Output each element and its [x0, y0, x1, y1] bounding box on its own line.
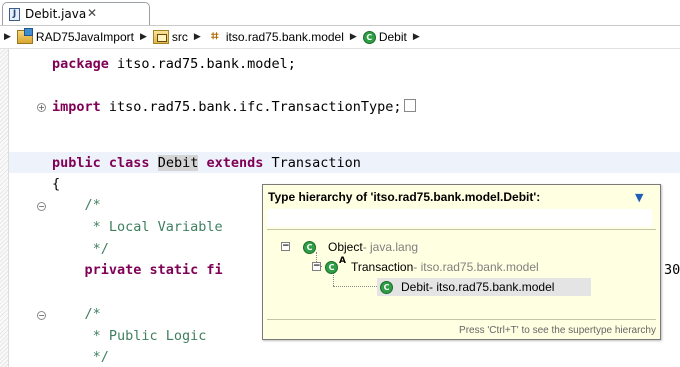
breadcrumb-arrow-icon[interactable]: ▶ — [140, 32, 147, 42]
popup-title: Type hierarchy of 'itso.rad75.bank.model… — [268, 190, 541, 204]
editor-tab-debit-java[interactable]: J Debit.java ✕ — [2, 2, 150, 25]
java-project-icon — [16, 28, 33, 44]
collapse-fold-icon[interactable]: − — [37, 202, 46, 211]
folded-imports-icon[interactable] — [403, 99, 416, 112]
breadcrumb-arrow-icon[interactable]: ▶ — [194, 32, 201, 42]
breadcrumb-item-label: RAD75JavaImport — [35, 30, 134, 44]
code-line-comment-close: */ — [52, 241, 109, 257]
editor-tab-bar: J Debit.java ✕ — [0, 0, 680, 26]
breadcrumb-item-src[interactable]: src — [152, 30, 188, 44]
collapse-fold-icon[interactable]: − — [37, 311, 46, 320]
code-line-comment2-body: * Public Logic — [52, 328, 207, 344]
code-line-comment2-close: */ — [52, 349, 109, 365]
class-icon: C — [303, 240, 316, 254]
collapse-node-icon[interactable]: − — [312, 262, 321, 271]
code-line-package: package itso.rad75.bank.model; — [52, 56, 296, 72]
breadcrumb-item-label: Debit — [378, 30, 407, 44]
class-icon: C — [380, 280, 393, 294]
divider — [267, 319, 656, 320]
code-line-import: import itso.rad75.bank.ifc.TransactionTy… — [52, 99, 416, 115]
breadcrumb: ▶ RAD75JavaImport ▶ src ▶ ⌗ itso.rad75.b… — [0, 26, 680, 49]
code-line-brace: { — [52, 176, 61, 192]
package-icon: ⌗ — [211, 29, 219, 44]
code-line-class: public class Debit extends Transaction — [52, 155, 361, 171]
tab-title: Debit.java — [25, 7, 87, 21]
tree-connector — [333, 286, 381, 287]
popup-footer-hint: Press 'Ctrl+T' to see the supertype hier… — [459, 325, 656, 336]
tree-item-debit[interactable]: C Debit - itso.rad75.bank.model — [377, 278, 591, 296]
abstract-class-icon: CA — [325, 256, 346, 274]
breadcrumb-arrow-icon[interactable]: ▶ — [350, 32, 357, 42]
breadcrumb-arrow-icon[interactable]: ▶ — [413, 32, 420, 42]
class-name-highlight: Debit — [157, 155, 199, 171]
code-line-comment2-open: /* — [52, 306, 101, 322]
class-icon: C — [362, 30, 376, 44]
view-menu-icon[interactable]: ▼ — [635, 191, 643, 204]
breadcrumb-item-package[interactable]: ⌗ itso.rad75.bank.model — [207, 29, 344, 45]
java-file-icon: J — [9, 8, 20, 21]
tree-item-object[interactable]: C Object - java.lang — [303, 238, 418, 256]
breadcrumb-arrow-icon[interactable]: ▶ — [4, 32, 11, 42]
code-line-private-field: private static fi — [52, 262, 223, 278]
breadcrumb-item-project[interactable]: RAD75JavaImport — [16, 28, 134, 44]
divider — [267, 229, 656, 230]
code-line-comment-open: /* — [52, 197, 101, 213]
code-line-comment-body: * Local Variable — [52, 219, 223, 235]
breadcrumb-item-label: src — [171, 30, 188, 44]
type-hierarchy-popup: Type hierarchy of 'itso.rad75.bank.model… — [262, 184, 661, 340]
filter-input[interactable] — [267, 209, 652, 227]
vertical-ruler — [0, 49, 9, 367]
tree-item-transaction[interactable]: CA Transaction - itso.rad75.bank.model — [325, 256, 539, 276]
breadcrumb-item-class[interactable]: C Debit — [362, 30, 407, 44]
collapse-node-icon[interactable]: − — [281, 242, 290, 251]
close-icon[interactable]: ✕ — [87, 6, 97, 20]
expand-fold-icon[interactable]: + — [37, 103, 46, 112]
source-folder-icon — [152, 30, 169, 44]
breadcrumb-item-label: itso.rad75.bank.model — [225, 30, 344, 44]
code-fragment-behind-popup: 30 — [664, 262, 680, 278]
